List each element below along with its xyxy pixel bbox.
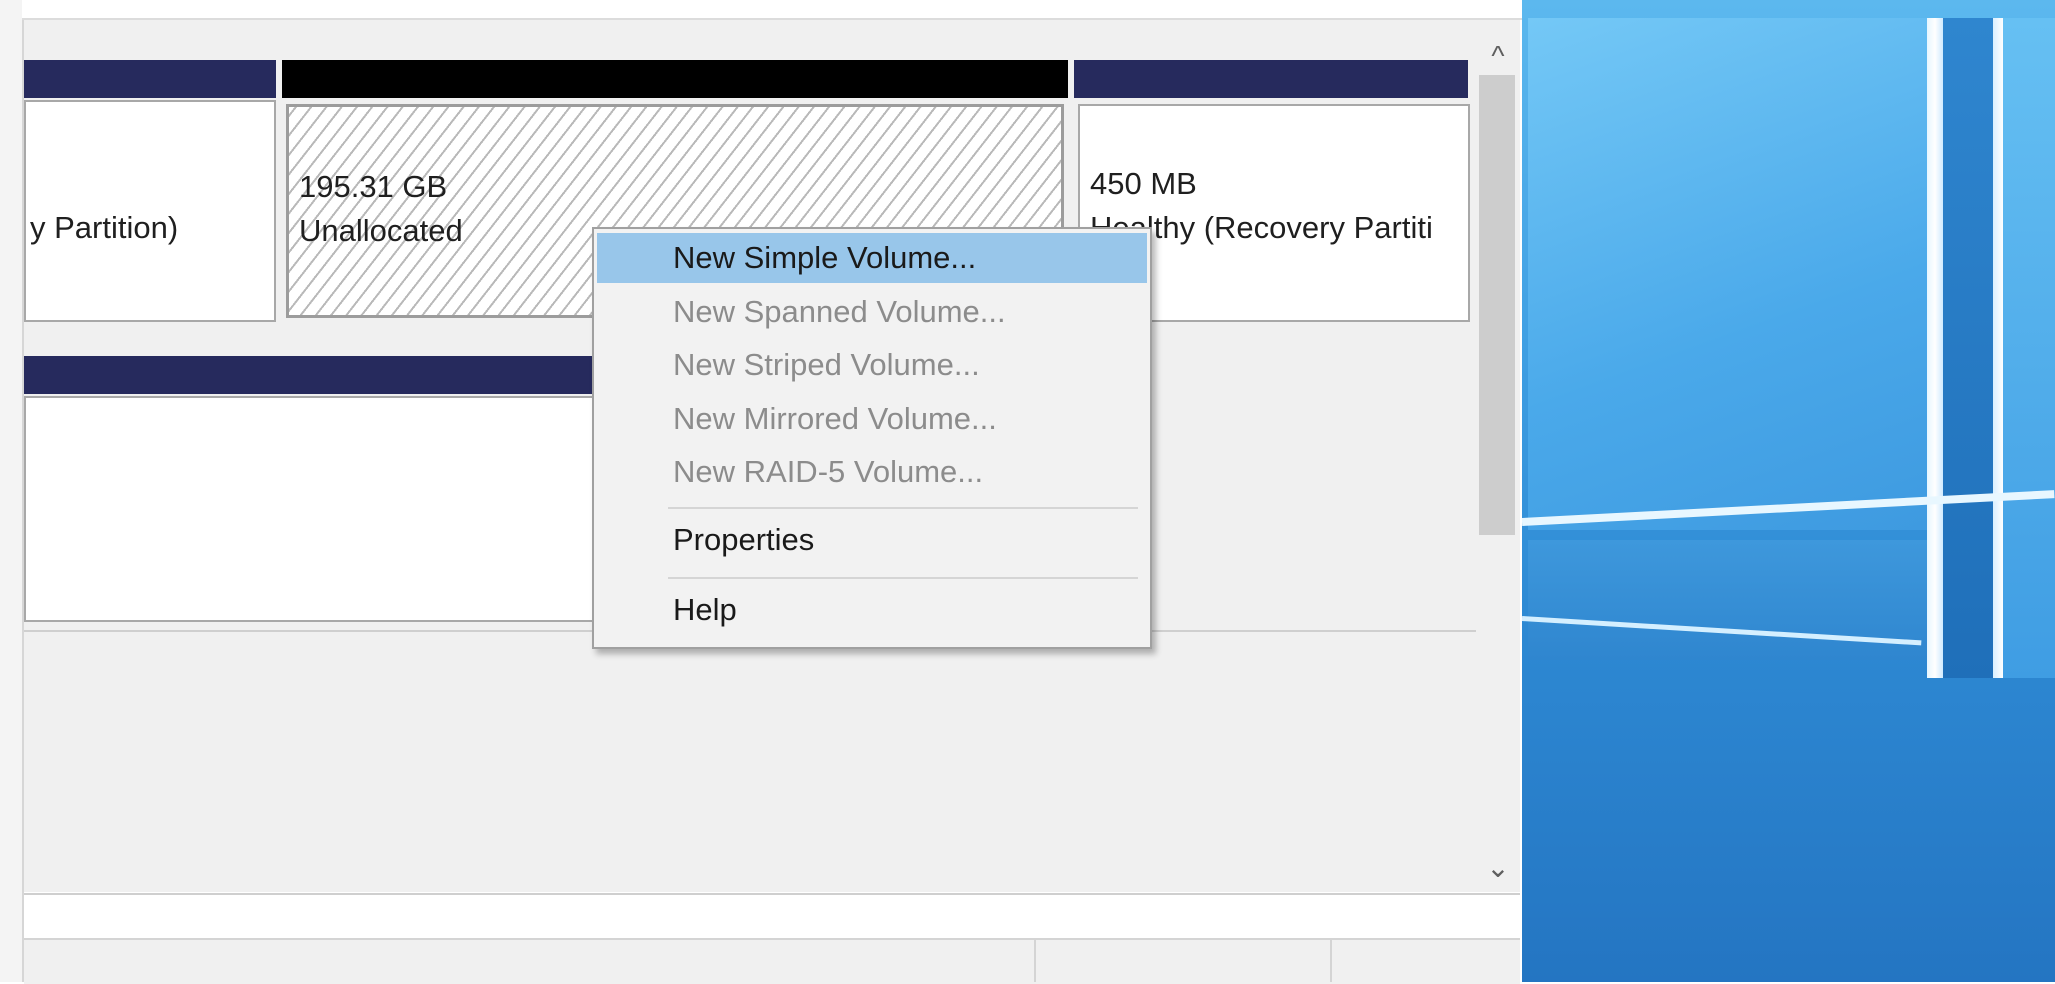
- scrollbar-thumb[interactable]: [1479, 75, 1515, 535]
- menu-item-new-mirrored-volume[interactable]: New Mirrored Volume...: [597, 394, 1147, 444]
- horizontal-separator: [24, 893, 1520, 895]
- menu-item-new-simple-volume[interactable]: New Simple Volume...: [597, 233, 1147, 283]
- window-top-edge: [22, 0, 1522, 20]
- partition-header-disk2: [24, 356, 594, 394]
- menu-item-new-spanned-volume[interactable]: New Spanned Volume...: [597, 287, 1147, 337]
- menu-separator: [668, 507, 1138, 509]
- unallocated-status: Unallocated: [299, 213, 463, 248]
- wallpaper-light-beam: [1993, 18, 2003, 678]
- unallocated-size: 195.31 GB: [299, 169, 448, 204]
- menu-item-properties[interactable]: Properties: [597, 515, 1147, 565]
- status-bar-divider: [1330, 940, 1332, 982]
- wallpaper-light-beam: [1927, 18, 1943, 678]
- menu-item-new-striped-volume[interactable]: New Striped Volume...: [597, 340, 1147, 390]
- scroll-down-arrow-icon[interactable]: ⌄: [1480, 850, 1516, 886]
- context-menu: New Simple Volume... New Spanned Volume.…: [592, 227, 1152, 649]
- wallpaper-window-pane: [1943, 18, 1993, 678]
- menu-item-help[interactable]: Help: [597, 585, 1147, 635]
- wallpaper-window-pane: [1528, 18, 1928, 530]
- scroll-up-arrow-icon[interactable]: ^: [1480, 38, 1516, 74]
- desktop-wallpaper: [1522, 0, 2055, 982]
- partition-header-unallocated: [282, 60, 1068, 98]
- partition-header-recovery: [1074, 60, 1468, 98]
- status-bar: [24, 938, 1520, 984]
- partition-disk2[interactable]: [24, 396, 594, 622]
- partition-left-label: y Partition): [30, 210, 179, 245]
- wallpaper-window-pane: [2003, 18, 2055, 678]
- recovery-size: 450 MB: [1090, 166, 1197, 201]
- partition-header-left: [24, 60, 276, 98]
- window-left-border: [0, 0, 24, 982]
- menu-separator: [668, 577, 1138, 579]
- menu-item-new-raid5-volume[interactable]: New RAID-5 Volume...: [597, 447, 1147, 497]
- partition-left[interactable]: y Partition): [24, 100, 276, 322]
- status-bar-divider: [1034, 940, 1036, 982]
